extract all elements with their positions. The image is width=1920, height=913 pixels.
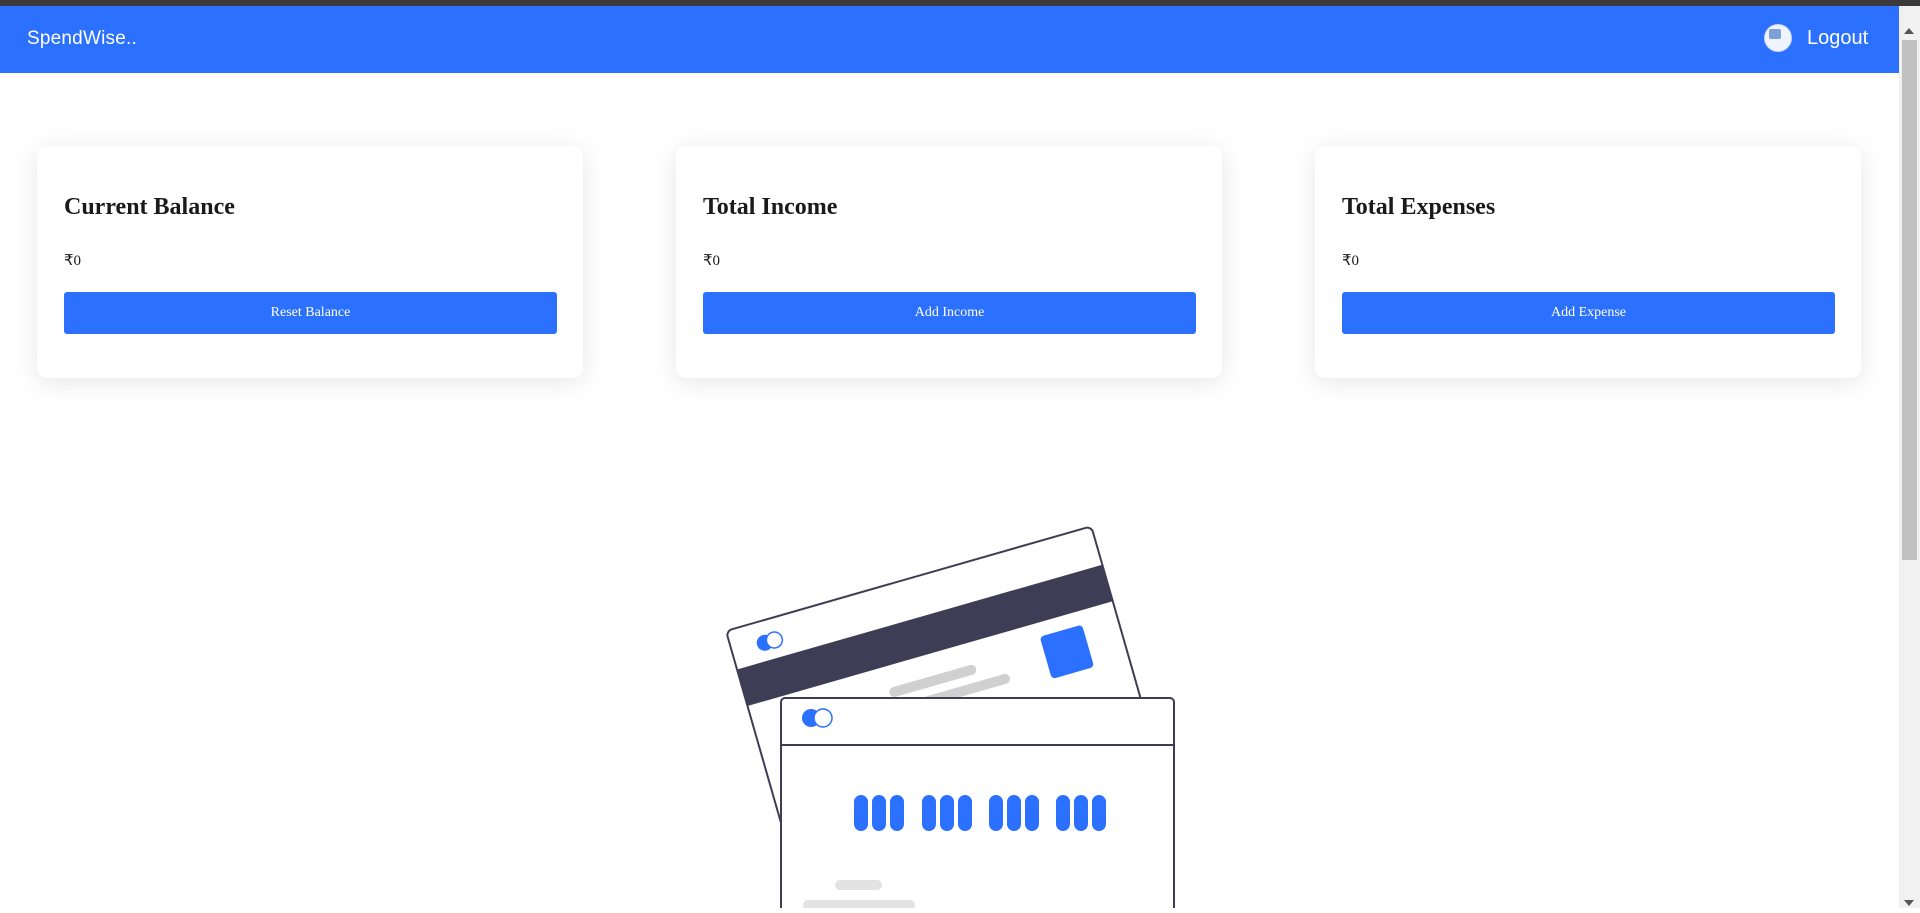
- navbar: SpendWise.. Logout: [0, 6, 1899, 73]
- scroll-down-arrow-icon[interactable]: [1904, 900, 1914, 906]
- brand-logo-text[interactable]: SpendWise..: [27, 28, 137, 50]
- scroll-thumb[interactable]: [1902, 40, 1917, 560]
- card-title: Current Balance: [64, 194, 235, 220]
- reset-balance-button[interactable]: Reset Balance: [64, 292, 557, 334]
- front-credit-card: [780, 697, 1175, 913]
- balance-amount: ₹0: [64, 253, 82, 269]
- expenses-amount: ₹0: [1342, 253, 1360, 269]
- income-amount: ₹0: [703, 253, 721, 269]
- logout-link[interactable]: Logout: [1807, 27, 1868, 50]
- user-avatar-icon[interactable]: [1764, 24, 1792, 52]
- page-scrollbar[interactable]: [1899, 6, 1920, 908]
- card-title: Total Income: [703, 194, 838, 220]
- card-title: Total Expenses: [1342, 194, 1496, 220]
- current-balance-card: Current Balance ₹0 Reset Balance: [37, 146, 583, 378]
- scroll-up-arrow-icon[interactable]: [1904, 28, 1914, 34]
- total-income-card: Total Income ₹0 Add Income: [676, 146, 1222, 378]
- add-expense-button[interactable]: Add Expense: [1342, 292, 1835, 334]
- broken-image-icon: [1769, 29, 1781, 39]
- add-income-button[interactable]: Add Income: [703, 292, 1196, 334]
- total-expenses-card: Total Expenses ₹0 Add Expense: [1315, 146, 1861, 378]
- credit-cards-illustration: [700, 515, 1200, 913]
